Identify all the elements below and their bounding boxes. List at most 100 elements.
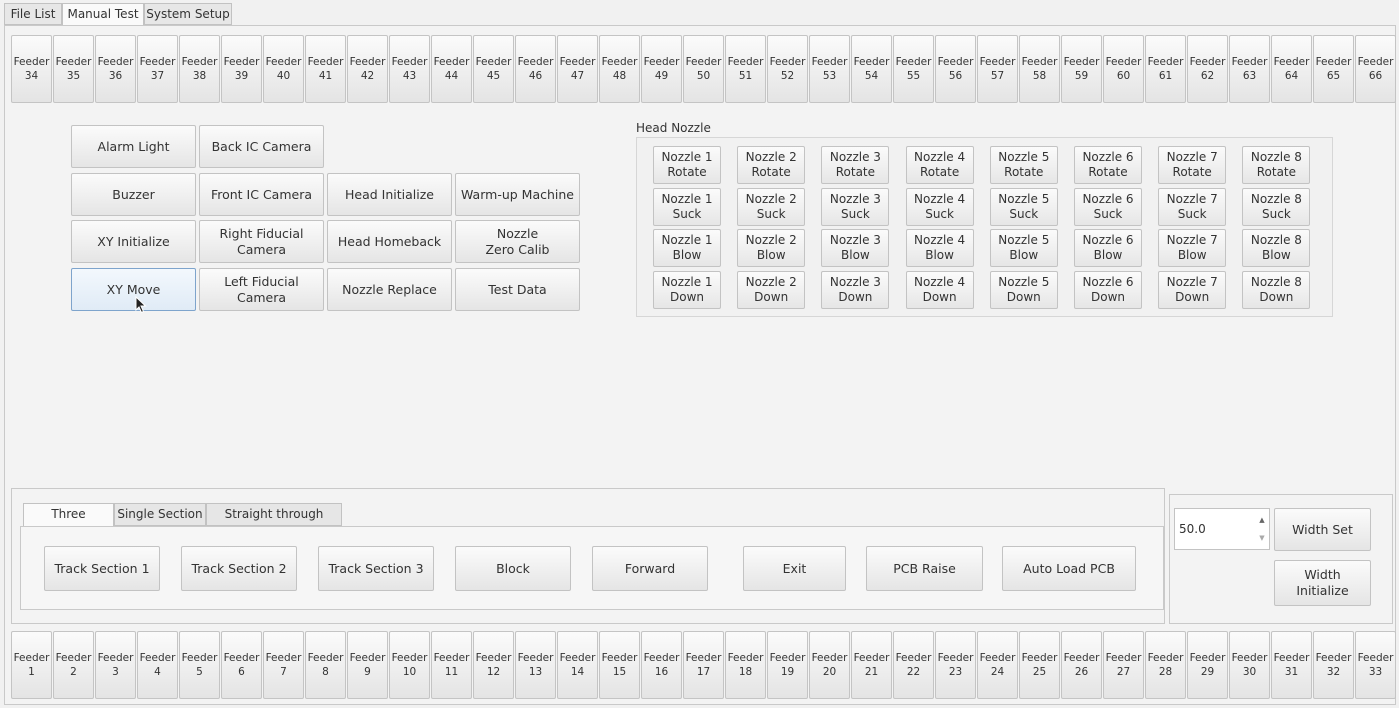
- nozzle-3-suck-button[interactable]: Nozzle 3 Suck: [821, 187, 890, 226]
- nozzle-2-suck-button[interactable]: Nozzle 2 Suck: [737, 187, 806, 226]
- feeder-button-31[interactable]: Feeder 31: [1271, 631, 1312, 699]
- nozzle-3-rotate-button[interactable]: Nozzle 3 Rotate: [821, 146, 890, 184]
- warmup-machine-button[interactable]: Warm-up Machine: [455, 173, 580, 216]
- nozzle-zero-calib-button[interactable]: Nozzle Zero Calib: [455, 220, 580, 263]
- tab-three-sections[interactable]: Three Sections: [23, 503, 114, 542]
- alarm-light-button[interactable]: Alarm Light: [71, 125, 196, 168]
- feeder-button-13[interactable]: Feeder 13: [515, 631, 556, 699]
- nozzle-5-down-button[interactable]: Nozzle 5 Down: [989, 270, 1058, 309]
- feeder-button-48[interactable]: Feeder 48: [599, 35, 640, 103]
- width-spinbox[interactable]: ▲ ▼: [1174, 508, 1270, 550]
- nozzle-7-suck-button[interactable]: Nozzle 7 Suck: [1158, 187, 1227, 226]
- nozzle-3-blow-button[interactable]: Nozzle 3 Blow: [821, 229, 890, 267]
- feeder-button-38[interactable]: Feeder 38: [179, 35, 220, 103]
- feeder-button-60[interactable]: Feeder 60: [1103, 35, 1144, 103]
- feeder-button-54[interactable]: Feeder 54: [851, 35, 892, 103]
- feeder-button-6[interactable]: Feeder 6: [221, 631, 262, 699]
- pcb-raise-button[interactable]: PCB Raise: [866, 546, 983, 591]
- auto-load-pcb-button[interactable]: Auto Load PCB: [1002, 546, 1136, 591]
- feeder-button-23[interactable]: Feeder 23: [935, 631, 976, 699]
- feeder-button-65[interactable]: Feeder 65: [1313, 35, 1354, 103]
- feeder-button-27[interactable]: Feeder 27: [1103, 631, 1144, 699]
- nozzle-8-suck-button[interactable]: Nozzle 8 Suck: [1242, 187, 1311, 226]
- feeder-button-12[interactable]: Feeder 12: [473, 631, 514, 699]
- feeder-button-43[interactable]: Feeder 43: [389, 35, 430, 103]
- block-button[interactable]: Block: [455, 546, 571, 591]
- feeder-button-9[interactable]: Feeder 9: [347, 631, 388, 699]
- nozzle-1-down-button[interactable]: Nozzle 1 Down: [653, 270, 721, 309]
- nozzle-replace-button[interactable]: Nozzle Replace: [327, 268, 452, 311]
- nozzle-6-down-button[interactable]: Nozzle 6 Down: [1074, 270, 1142, 309]
- feeder-button-36[interactable]: Feeder 36: [95, 35, 136, 103]
- track-section-2-button[interactable]: Track Section 2: [181, 546, 297, 591]
- feeder-button-28[interactable]: Feeder 28: [1145, 631, 1186, 699]
- nozzle-2-down-button[interactable]: Nozzle 2 Down: [737, 270, 806, 309]
- tab-file-list[interactable]: File List: [4, 3, 62, 25]
- track-section-1-button[interactable]: Track Section 1: [44, 546, 160, 591]
- nozzle-2-rotate-button[interactable]: Nozzle 2 Rotate: [737, 146, 806, 184]
- feeder-button-14[interactable]: Feeder 14: [557, 631, 598, 699]
- feeder-button-34[interactable]: Feeder 34: [11, 35, 52, 103]
- back-ic-camera-button[interactable]: Back IC Camera: [199, 125, 324, 168]
- nozzle-7-down-button[interactable]: Nozzle 7 Down: [1158, 270, 1227, 309]
- buzzer-button[interactable]: Buzzer: [71, 173, 196, 216]
- nozzle-8-rotate-button[interactable]: Nozzle 8 Rotate: [1242, 146, 1311, 184]
- feeder-button-51[interactable]: Feeder 51: [725, 35, 766, 103]
- feeder-button-1[interactable]: Feeder 1: [11, 631, 52, 699]
- feeder-button-8[interactable]: Feeder 8: [305, 631, 346, 699]
- feeder-button-37[interactable]: Feeder 37: [137, 35, 178, 103]
- left-fiducial-camera-button[interactable]: Left Fiducial Camera: [199, 268, 324, 311]
- feeder-button-20[interactable]: Feeder 20: [809, 631, 850, 699]
- nozzle-2-blow-button[interactable]: Nozzle 2 Blow: [737, 229, 806, 267]
- nozzle-6-blow-button[interactable]: Nozzle 6 Blow: [1074, 229, 1142, 267]
- width-value-input[interactable]: [1179, 519, 1255, 539]
- nozzle-7-rotate-button[interactable]: Nozzle 7 Rotate: [1158, 146, 1227, 184]
- tab-single-section[interactable]: Single Section: [114, 503, 206, 526]
- width-initialize-button[interactable]: Width Initialize: [1274, 560, 1371, 606]
- feeder-button-16[interactable]: Feeder 16: [641, 631, 682, 699]
- nozzle-1-suck-button[interactable]: Nozzle 1 Suck: [653, 187, 721, 226]
- feeder-button-42[interactable]: Feeder 42: [347, 35, 388, 103]
- feeder-button-26[interactable]: Feeder 26: [1061, 631, 1102, 699]
- feeder-button-7[interactable]: Feeder 7: [263, 631, 304, 699]
- test-data-button[interactable]: Test Data: [455, 268, 580, 311]
- forward-button[interactable]: Forward: [592, 546, 708, 591]
- feeder-button-29[interactable]: Feeder 29: [1187, 631, 1228, 699]
- feeder-button-46[interactable]: Feeder 46: [515, 35, 556, 103]
- feeder-button-32[interactable]: Feeder 32: [1313, 631, 1354, 699]
- feeder-button-15[interactable]: Feeder 15: [599, 631, 640, 699]
- nozzle-4-rotate-button[interactable]: Nozzle 4 Rotate: [905, 146, 974, 184]
- nozzle-1-rotate-button[interactable]: Nozzle 1 Rotate: [653, 146, 721, 184]
- feeder-button-3[interactable]: Feeder 3: [95, 631, 136, 699]
- spin-up-icon[interactable]: ▲: [1257, 511, 1267, 529]
- feeder-button-59[interactable]: Feeder 59: [1061, 35, 1102, 103]
- nozzle-6-suck-button[interactable]: Nozzle 6 Suck: [1074, 187, 1142, 226]
- nozzle-5-rotate-button[interactable]: Nozzle 5 Rotate: [989, 146, 1058, 184]
- nozzle-5-suck-button[interactable]: Nozzle 5 Suck: [989, 187, 1058, 226]
- feeder-button-11[interactable]: Feeder 11: [431, 631, 472, 699]
- nozzle-7-blow-button[interactable]: Nozzle 7 Blow: [1158, 229, 1227, 267]
- feeder-button-22[interactable]: Feeder 22: [893, 631, 934, 699]
- tab-manual-test[interactable]: Manual Test: [62, 3, 144, 26]
- feeder-button-24[interactable]: Feeder 24: [977, 631, 1018, 699]
- nozzle-1-blow-button[interactable]: Nozzle 1 Blow: [653, 229, 721, 267]
- width-set-button[interactable]: Width Set: [1274, 508, 1371, 551]
- nozzle-4-blow-button[interactable]: Nozzle 4 Blow: [905, 229, 974, 267]
- spin-down-icon[interactable]: ▼: [1257, 529, 1267, 547]
- feeder-button-44[interactable]: Feeder 44: [431, 35, 472, 103]
- feeder-button-56[interactable]: Feeder 56: [935, 35, 976, 103]
- feeder-button-45[interactable]: Feeder 45: [473, 35, 514, 103]
- feeder-button-19[interactable]: Feeder 19: [767, 631, 808, 699]
- feeder-button-47[interactable]: Feeder 47: [557, 35, 598, 103]
- feeder-button-40[interactable]: Feeder 40: [263, 35, 304, 103]
- front-ic-camera-button[interactable]: Front IC Camera: [199, 173, 324, 216]
- feeder-button-5[interactable]: Feeder 5: [179, 631, 220, 699]
- exit-button[interactable]: Exit: [743, 546, 846, 591]
- feeder-button-2[interactable]: Feeder 2: [53, 631, 94, 699]
- nozzle-8-blow-button[interactable]: Nozzle 8 Blow: [1242, 229, 1311, 267]
- nozzle-4-down-button[interactable]: Nozzle 4 Down: [905, 270, 974, 309]
- feeder-button-64[interactable]: Feeder 64: [1271, 35, 1312, 103]
- feeder-button-52[interactable]: Feeder 52: [767, 35, 808, 103]
- tab-system-setup[interactable]: System Setup: [144, 3, 232, 25]
- xy-move-button[interactable]: XY Move: [71, 268, 196, 311]
